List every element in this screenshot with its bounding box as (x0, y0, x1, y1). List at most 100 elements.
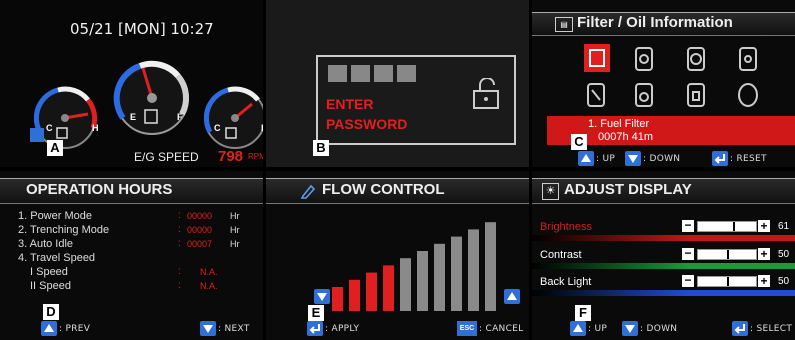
hours-row-unit: Hr (230, 211, 240, 221)
cancel-label: : CANCEL (479, 324, 524, 334)
filter-title: Filter / Oil Information (577, 14, 733, 31)
setting-value: 50 (778, 276, 790, 287)
flow-bar (349, 279, 360, 311)
down-button-f[interactable] (622, 321, 638, 336)
down-button[interactable] (625, 151, 641, 166)
gauge-cluster (33, 60, 263, 149)
prev-label: : PREV (59, 324, 91, 334)
prompt-line1: ENTER (326, 96, 374, 112)
down-label: : DOWN (643, 154, 681, 164)
hours-row-unit: Hr (230, 239, 240, 249)
setting-label: Contrast (540, 249, 582, 261)
flow-title: FLOW CONTROL (322, 181, 445, 198)
filter-item-name: 1. Fuel Filter (588, 118, 650, 130)
up-button[interactable] (578, 151, 594, 166)
hours-row-unit: Hr (230, 225, 240, 235)
esc-button[interactable]: ESC (457, 321, 477, 336)
gauge-right-high: H (261, 123, 263, 133)
panel-adjust-display: ☀ ADJUST DISPLAY Brightness − +61 Contrast −… (532, 171, 795, 340)
hours-row-colon: : (178, 266, 181, 277)
hours-row-colon: : (178, 280, 181, 291)
next-button[interactable] (200, 321, 216, 336)
gauge-center-high: F (177, 112, 183, 122)
increase-icon[interactable]: + (758, 248, 770, 260)
apply-label: : APPLY (325, 324, 360, 334)
padlock-icon (473, 78, 499, 109)
panel-letter-c: C (571, 134, 587, 150)
gauge-right-low: C (214, 123, 221, 133)
operator-icon (30, 128, 44, 142)
decrease-icon[interactable]: − (682, 219, 694, 232)
hours-row-label: 3. Auto Idle (18, 238, 74, 250)
panel-letter-e: E (308, 305, 324, 321)
reset-button[interactable] (712, 151, 728, 166)
flow-level-bars[interactable] (332, 219, 502, 311)
info-icon: ▤ (555, 17, 573, 32)
flow-bar (417, 251, 428, 311)
increase-icon[interactable]: + (758, 275, 770, 287)
setting-label: Brightness (540, 221, 592, 233)
next-label: : NEXT (218, 324, 250, 334)
coolant-gauge (33, 86, 98, 149)
select-label: : SELECT (750, 324, 793, 334)
speed-value: 798 (218, 148, 244, 165)
speed-unit: RPM (248, 152, 263, 161)
increase-button[interactable] (504, 289, 520, 304)
panel-letter-a: A (47, 140, 63, 156)
setting-slider[interactable] (697, 221, 757, 232)
password-digits[interactable] (328, 65, 416, 87)
hours-row-colon: : (178, 224, 181, 235)
prompt-line2: PASSWORD (326, 116, 408, 132)
hours-row-value: 00000 (187, 211, 213, 221)
hours-row-value: 00007 (187, 239, 213, 249)
reset-label: : RESET (730, 154, 767, 164)
panel-letter-d: D (43, 304, 59, 320)
hours-row-label: 1. Power Mode (18, 210, 92, 222)
decrease-icon[interactable]: − (682, 274, 694, 287)
slider-fill (698, 250, 729, 259)
flow-bar (434, 243, 445, 311)
setting-band (532, 235, 795, 241)
flow-bar (485, 222, 496, 311)
setting-value: 50 (778, 249, 790, 260)
panel-letter-b: B (313, 140, 329, 156)
panel-filter-oil: ▤ Filter / Oil Information 1. Fuel Filte… (532, 0, 795, 167)
apply-button[interactable] (307, 321, 323, 336)
hours-row-colon: : (178, 238, 181, 249)
setting-label: Back Light (540, 276, 592, 288)
setting-slider[interactable] (697, 249, 757, 260)
prev-button[interactable] (41, 321, 57, 336)
slider-fill (698, 277, 729, 286)
flow-bar (332, 287, 343, 311)
up-button-f[interactable] (570, 321, 586, 336)
up-label: : UP (596, 154, 616, 164)
down-label-f: : DOWN (640, 324, 678, 334)
pencil-icon (300, 184, 316, 199)
decrease-icon[interactable]: − (682, 247, 694, 260)
hours-row-value: 00000 (187, 225, 213, 235)
setting-slider[interactable] (697, 276, 757, 287)
flow-bar (366, 272, 377, 311)
hours-row-value: N.A. (200, 267, 218, 277)
hydraulic-temp-gauge (203, 86, 263, 149)
hours-row-label: 2. Trenching Mode (18, 224, 110, 236)
panel-letter-f: F (575, 305, 591, 321)
panel-flow-control: FLOW CONTROL : APPLY ESC : CANCEL E (266, 171, 529, 340)
slider-fill (698, 222, 736, 231)
select-button[interactable] (732, 321, 748, 336)
hours-row-colon: : (178, 210, 181, 221)
flow-bar (400, 258, 411, 311)
flow-bar (451, 236, 462, 311)
setting-band (532, 290, 795, 296)
flow-bar (468, 229, 479, 311)
up-label-f: : UP (588, 324, 608, 334)
gauge-center-low: E (130, 112, 137, 122)
decrease-button[interactable] (314, 289, 330, 304)
hours-row-label: II Speed (30, 280, 71, 292)
setting-band (532, 263, 795, 269)
hours-row-label: 4. Travel Speed (18, 252, 96, 264)
hours-row-value: N.A. (200, 281, 218, 291)
datetime: 05/21 [MON] 10:27 (70, 20, 214, 38)
sun-icon: ☀ (542, 183, 559, 200)
increase-icon[interactable]: + (758, 220, 770, 232)
